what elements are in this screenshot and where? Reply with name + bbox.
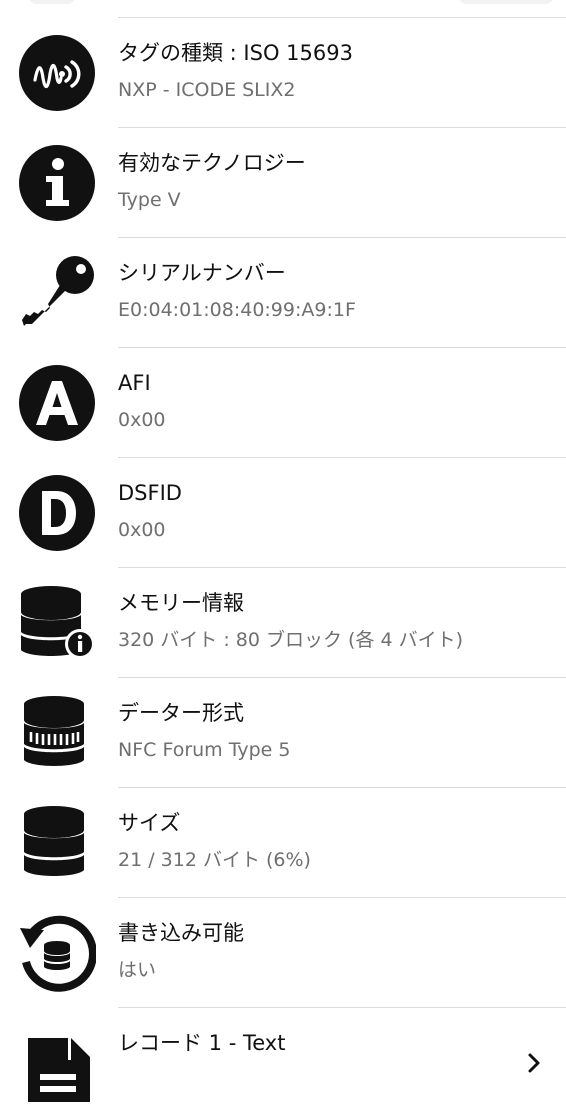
size-label: サイズ xyxy=(118,811,181,835)
serial-number-label: シリアルナンバー xyxy=(118,261,286,285)
nfc-wave-icon xyxy=(18,34,96,112)
data-format-label: データー形式 xyxy=(118,701,244,725)
list-item-size: サイズ 21 / 312 バイト (6%) xyxy=(24,787,566,897)
tag-info-list: タグの種類 : ISO 15693 NXP - ICODE SLIX2 有効なテ… xyxy=(0,17,566,1117)
database-format-icon xyxy=(18,694,96,772)
list-item-afi: AFI 0x00 xyxy=(19,347,566,457)
memory-info-value: 320 バイト : 80 ブロック (各 4 バイト) xyxy=(118,629,464,651)
letter-d-icon xyxy=(18,474,96,552)
dsfid-value: 0x00 xyxy=(118,519,166,541)
info-icon xyxy=(18,144,96,222)
database-icon xyxy=(18,804,96,882)
chevron-right-icon[interactable] xyxy=(526,1052,542,1074)
memory-info-label: メモリー情報 xyxy=(118,591,244,615)
writable-refresh-icon xyxy=(18,914,96,992)
list-item-record-1[interactable]: レコード 1 - Text xyxy=(28,1007,566,1117)
key-icon xyxy=(18,254,96,332)
top-left-button-edge[interactable] xyxy=(28,0,76,4)
database-info-icon xyxy=(18,584,96,662)
tag-type-value: NXP - ICODE SLIX2 xyxy=(118,79,296,101)
tag-type-label: タグの種類 : ISO 15693 xyxy=(118,41,353,65)
list-item-tag-type: タグの種類 : ISO 15693 NXP - ICODE SLIX2 xyxy=(19,17,566,127)
size-value: 21 / 312 バイト (6%) xyxy=(118,849,311,871)
data-format-value: NFC Forum Type 5 xyxy=(118,739,291,761)
writable-value: はい xyxy=(118,959,157,981)
list-item-serial-number: シリアルナンバー E0:04:01:08:40:99:A9:1F xyxy=(22,237,566,347)
list-item-technologies: 有効なテクノロジー Type V xyxy=(19,127,566,237)
afi-value: 0x00 xyxy=(118,409,166,431)
afi-label: AFI xyxy=(118,371,151,395)
list-item-dsfid: DSFID 0x00 xyxy=(19,457,566,567)
technologies-label: 有効なテクノロジー xyxy=(118,151,306,175)
dsfid-label: DSFID xyxy=(118,481,182,505)
list-item-memory-info: メモリー情報 320 バイト : 80 ブロック (各 4 バイト) xyxy=(21,567,566,677)
document-icon xyxy=(18,1024,96,1102)
serial-number-value: E0:04:01:08:40:99:A9:1F xyxy=(118,299,356,321)
technologies-value: Type V xyxy=(118,189,181,211)
record-1-label: レコード 1 - Text xyxy=(118,1031,286,1055)
list-item-data-format: データー形式 NFC Forum Type 5 xyxy=(24,677,566,787)
list-item-writable: 書き込み可能 はい xyxy=(20,897,566,1007)
writable-label: 書き込み可能 xyxy=(118,921,244,945)
letter-a-icon xyxy=(18,364,96,442)
top-bar-remnant xyxy=(0,0,566,18)
top-right-button-edge[interactable] xyxy=(458,0,554,4)
